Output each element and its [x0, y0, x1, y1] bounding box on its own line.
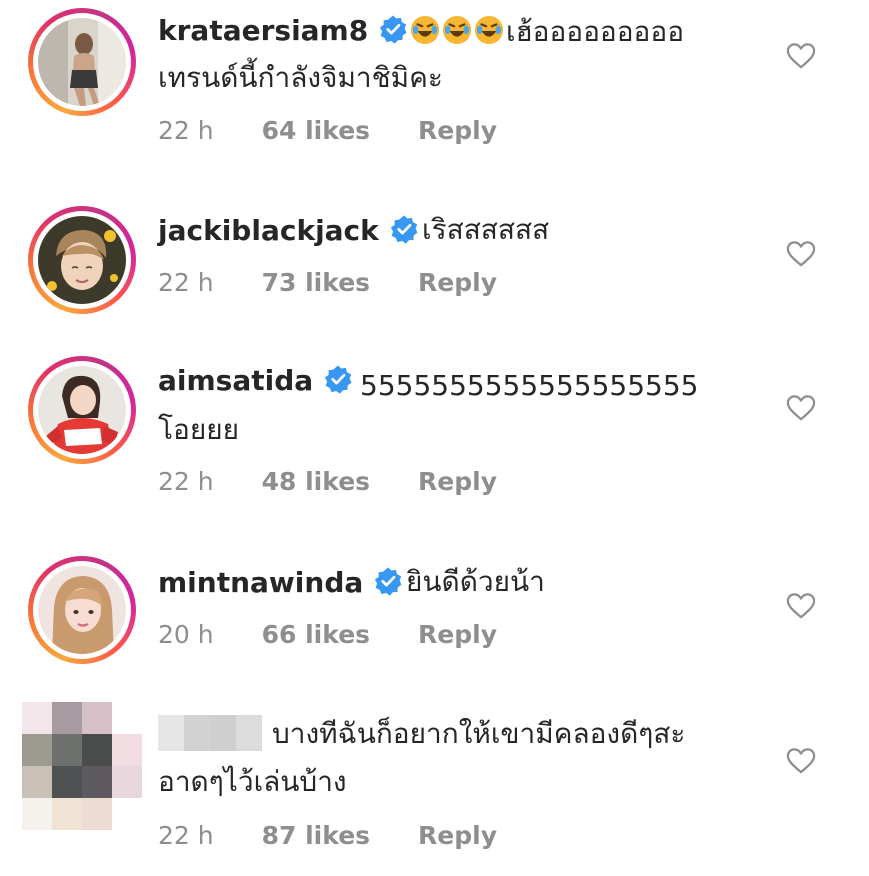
comment-meta: 22 h 87 likes Reply	[158, 821, 497, 850]
avatar-story-ring[interactable]	[28, 206, 136, 314]
comment-time: 22 h	[158, 467, 214, 496]
comment-username[interactable]: jackiblackjack	[158, 214, 419, 247]
verified-badge-icon	[390, 215, 418, 244]
username-text[interactable]: jackiblackjack	[158, 214, 379, 247]
reply-button[interactable]: Reply	[418, 620, 497, 649]
avatar-story-ring[interactable]	[28, 356, 136, 464]
avatar	[38, 366, 126, 454]
rolling-laughing-emoji-icon	[410, 15, 440, 45]
comment-text-line1: บางทีฉันก็อยากให้เขามีคลองดีๆสะ	[272, 717, 686, 750]
comment-text-line1: ยินดีด้วยน้า	[406, 565, 545, 598]
reply-button[interactable]: Reply	[418, 821, 497, 850]
username-blurred[interactable]	[158, 715, 262, 751]
comment-likes[interactable]: 48 likes	[262, 467, 370, 496]
avatar-story-ring[interactable]	[28, 8, 136, 116]
comment-meta: 22 h 64 likes Reply	[158, 116, 497, 145]
avatar	[38, 18, 126, 106]
comment-meta: 22 h 48 likes Reply	[158, 467, 497, 496]
comment-meta: 22 h 73 likes Reply	[158, 268, 497, 297]
heart-outline-icon[interactable]	[786, 394, 816, 422]
comment-time: 22 h	[158, 268, 214, 297]
comment-text-line1: เฮ้อออออออออ	[506, 15, 685, 48]
comment-text: เฮ้อออออออออ	[410, 10, 684, 54]
comment-meta: 20 h 66 likes Reply	[158, 620, 497, 649]
comment-likes[interactable]: 64 likes	[262, 116, 370, 145]
verified-badge-icon	[325, 365, 352, 394]
comment-time: 20 h	[158, 620, 214, 649]
comment-time: 22 h	[158, 116, 214, 145]
avatar-blurred[interactable]	[22, 702, 142, 830]
reply-button[interactable]: Reply	[418, 268, 497, 297]
reply-button[interactable]: Reply	[418, 467, 497, 496]
username-text[interactable]: krataersiam8	[158, 14, 368, 47]
comment-time: 22 h	[158, 821, 214, 850]
heart-outline-icon[interactable]	[786, 42, 816, 70]
comment-likes[interactable]: 73 likes	[262, 268, 370, 297]
comment-username[interactable]: krataersiam8	[158, 14, 408, 47]
rolling-laughing-emoji-icon	[474, 15, 504, 45]
heart-outline-icon[interactable]	[786, 592, 816, 620]
comment-likes[interactable]: 66 likes	[262, 620, 370, 649]
comment-likes[interactable]: 87 likes	[262, 821, 370, 850]
avatar	[38, 216, 126, 304]
username-text[interactable]: aimsatida	[158, 364, 313, 397]
avatar-story-ring[interactable]	[28, 556, 136, 664]
comment-text-line2: อาดๆไว้เล่นบ้าง	[158, 765, 347, 798]
comment-text-line2: โอยยย	[158, 413, 240, 446]
reply-button[interactable]: Reply	[418, 116, 497, 145]
username-text[interactable]: mintnawinda	[158, 566, 363, 599]
comment-username[interactable]: aimsatida	[158, 364, 353, 397]
comment-text-line1: 5555555555555555555	[360, 369, 699, 402]
comment-text-line1: เริสสสสสส	[422, 213, 550, 246]
heart-outline-icon[interactable]	[786, 747, 816, 775]
heart-outline-icon[interactable]	[786, 240, 816, 268]
comment-text-line2: เทรนด์นี้กำลังจิมาชิมิคะ	[158, 61, 443, 94]
verified-badge-icon	[380, 15, 407, 44]
verified-badge-icon	[375, 567, 402, 596]
comment-username[interactable]: mintnawinda	[158, 566, 403, 599]
avatar	[38, 566, 126, 654]
rolling-laughing-emoji-icon	[442, 15, 472, 45]
